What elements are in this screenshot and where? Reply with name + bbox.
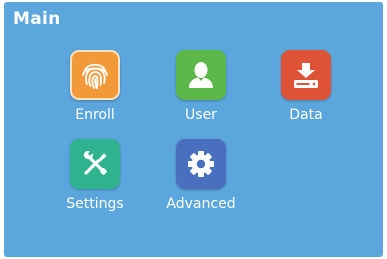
settings-tile-icon[interactable] <box>70 139 120 189</box>
menu-item-label: Settings <box>66 196 124 212</box>
menu-item-advanced[interactable]: Advanced <box>151 139 251 212</box>
menu-item-settings[interactable]: Settings <box>45 139 145 212</box>
user-tile-icon[interactable] <box>176 50 226 100</box>
gear-icon <box>188 151 214 177</box>
data-import-icon <box>294 63 318 88</box>
menu-item-label: User <box>185 107 217 123</box>
enroll-tile-icon[interactable] <box>70 50 120 100</box>
page-title: Main <box>13 9 61 29</box>
fingerprint-icon <box>82 63 108 89</box>
tools-icon <box>83 150 107 175</box>
menu-item-data[interactable]: Data <box>256 50 356 123</box>
advanced-tile-icon[interactable] <box>176 139 226 189</box>
data-tile-icon[interactable] <box>281 50 331 100</box>
menu-item-label: Advanced <box>166 196 236 212</box>
user-icon <box>189 62 213 88</box>
main-screen: Main Enroll User Data Settings Advanced <box>4 2 383 257</box>
menu-item-enroll[interactable]: Enroll <box>45 50 145 123</box>
menu-item-label: Enroll <box>75 107 115 123</box>
menu-item-label: Data <box>289 107 323 123</box>
menu-item-user[interactable]: User <box>151 50 251 123</box>
